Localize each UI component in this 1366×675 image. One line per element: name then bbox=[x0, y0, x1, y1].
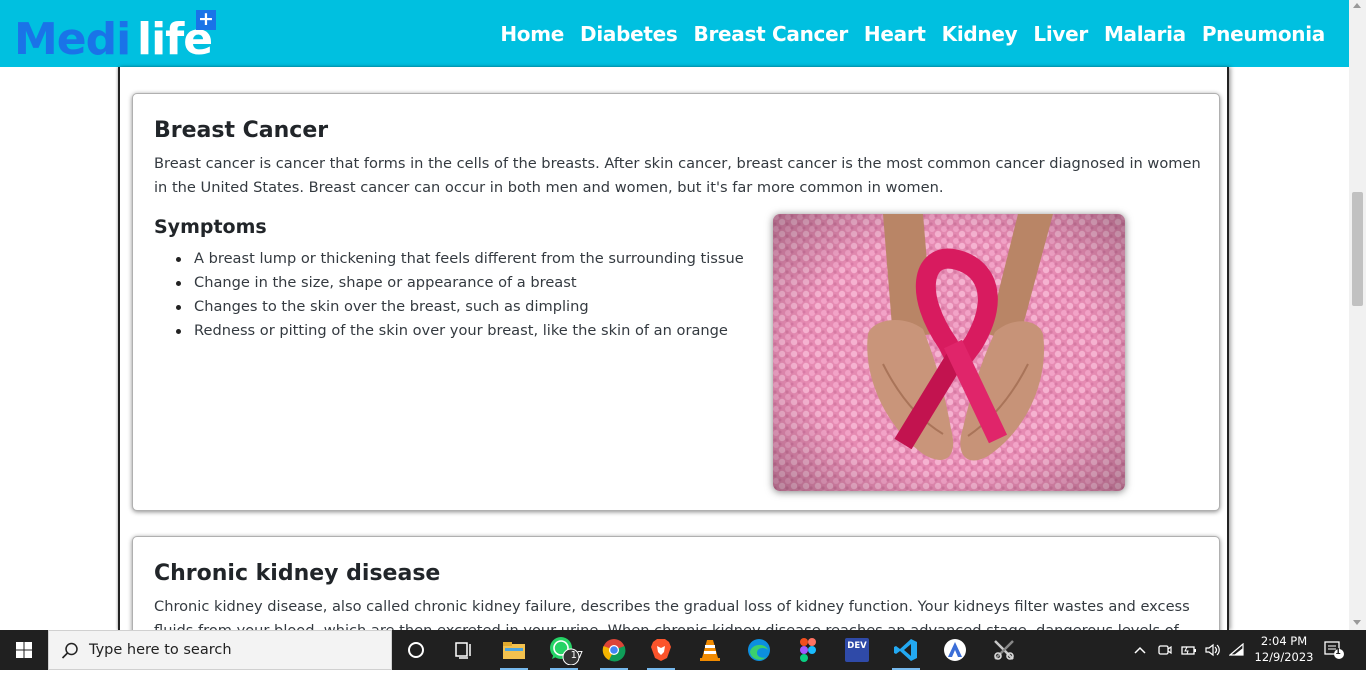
volume-icon[interactable] bbox=[1204, 641, 1222, 659]
file-explorer-icon[interactable] bbox=[490, 630, 538, 670]
snipping-tool-icon[interactable] bbox=[980, 630, 1028, 670]
brave-browser-icon[interactable] bbox=[637, 630, 685, 670]
edge-icon[interactable] bbox=[735, 630, 783, 670]
taskbar-clock[interactable]: 2:04 PM 12/9/2023 bbox=[1248, 633, 1320, 665]
pink-ribbon-image bbox=[773, 214, 1125, 491]
kidney-card: Chronic kidney disease Chronic kidney di… bbox=[132, 536, 1220, 630]
notification-center-icon[interactable]: 1 bbox=[1322, 641, 1346, 659]
scroll-down-arrow-icon[interactable] bbox=[1353, 620, 1361, 625]
wifi-icon[interactable] bbox=[1228, 641, 1246, 659]
symptom-item: Changes to the skin over the breast, suc… bbox=[173, 295, 744, 319]
windows-start-icon[interactable] bbox=[0, 630, 48, 670]
meet-now-icon[interactable] bbox=[1157, 641, 1173, 659]
vlc-icon[interactable] bbox=[686, 630, 734, 670]
symptoms-list: A breast lump or thickening that feels d… bbox=[173, 247, 744, 343]
artifact-app-icon[interactable] bbox=[931, 630, 979, 670]
breast-cancer-card: Breast Cancer Breast cancer is cancer th… bbox=[132, 93, 1220, 511]
nav-diabetes[interactable]: Diabetes bbox=[580, 22, 678, 46]
pink-ribbon-illustration bbox=[773, 214, 1125, 491]
dev-app-label: DEV bbox=[845, 638, 869, 662]
windows-taskbar: Type here to search 17 DEV 2:04 PM 12/9/… bbox=[0, 630, 1366, 670]
search-icon bbox=[61, 642, 78, 659]
clock-time: 2:04 PM bbox=[1260, 634, 1308, 648]
symptom-item: Change in the size, shape or appearance … bbox=[173, 271, 744, 295]
symptoms-heading: Symptoms bbox=[154, 216, 267, 238]
chrome-icon[interactable] bbox=[590, 630, 638, 670]
whatsapp-icon[interactable]: 17 bbox=[540, 630, 588, 670]
scroll-thumb[interactable] bbox=[1352, 192, 1363, 306]
logo-text-medi: Medi bbox=[14, 14, 131, 65]
scroll-up-arrow-icon[interactable] bbox=[1353, 3, 1361, 8]
breast-cancer-description: Breast cancer is cancer that forms in th… bbox=[154, 155, 1201, 196]
taskbar-search-box[interactable]: Type here to search bbox=[48, 630, 392, 670]
dev-app-icon[interactable]: DEV bbox=[833, 630, 881, 670]
symptom-item: A breast lump or thickening that feels d… bbox=[173, 247, 744, 271]
logo-plus-icon: + bbox=[196, 10, 216, 30]
main-content: Breast Cancer Breast cancer is cancer th… bbox=[118, 67, 1229, 630]
nav-malaria[interactable]: Malaria bbox=[1104, 22, 1186, 46]
nav-links: Home Diabetes Breast Cancer Heart Kidney… bbox=[500, 22, 1325, 46]
nav-home[interactable]: Home bbox=[500, 22, 564, 46]
breast-cancer-title: Breast Cancer bbox=[154, 118, 329, 143]
nav-heart[interactable]: Heart bbox=[864, 22, 926, 46]
battery-icon[interactable] bbox=[1180, 641, 1198, 659]
symptom-item: Redness or pitting of the skin over your… bbox=[173, 319, 744, 343]
nav-pneumonia[interactable]: Pneumonia bbox=[1202, 22, 1325, 46]
top-navbar: Medi life + Home Diabetes Breast Cancer … bbox=[0, 0, 1349, 67]
vscode-icon[interactable] bbox=[882, 630, 930, 670]
task-view-icon[interactable] bbox=[440, 630, 488, 670]
nav-liver[interactable]: Liver bbox=[1033, 22, 1088, 46]
cortana-icon[interactable] bbox=[392, 630, 440, 670]
show-hidden-icons-icon[interactable] bbox=[1132, 641, 1148, 659]
figma-icon[interactable] bbox=[784, 630, 832, 670]
kidney-description: Chronic kidney disease, also called chro… bbox=[154, 598, 1190, 630]
clock-date: 12/9/2023 bbox=[1254, 650, 1314, 664]
search-placeholder: Type here to search bbox=[89, 642, 232, 658]
page-scrollbar[interactable] bbox=[1349, 0, 1366, 630]
whatsapp-badge: 17 bbox=[570, 650, 584, 661]
nav-kidney[interactable]: Kidney bbox=[942, 22, 1018, 46]
notification-count: 1 bbox=[1335, 647, 1341, 656]
nav-breast-cancer[interactable]: Breast Cancer bbox=[694, 22, 849, 46]
kidney-title: Chronic kidney disease bbox=[154, 561, 441, 586]
